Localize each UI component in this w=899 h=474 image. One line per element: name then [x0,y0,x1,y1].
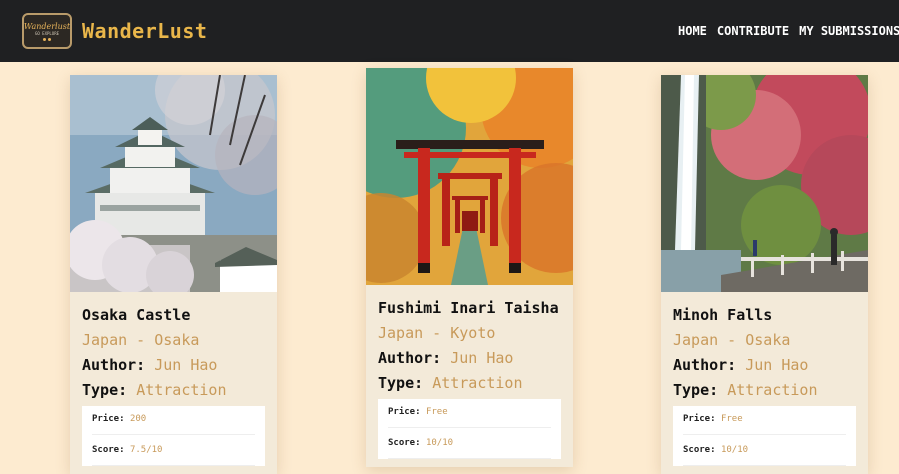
card-body: Fushimi Inari Taisha Japan - Kyoto Autho… [366,285,573,459]
logo[interactable]: Wanderlust GO EXPLORE [22,13,72,49]
type-value: Attraction [432,374,523,392]
price-value: Free [720,414,743,424]
price-line: Price: 200 [92,412,255,435]
nav-link-home[interactable]: HOME [678,24,707,38]
price-label: Price: [92,414,125,424]
score-line: Score: 10/10 [388,436,551,459]
score-line: Score: 7.5/10 [92,443,255,466]
type-value: Attraction [136,381,227,399]
type-label: Type: [673,381,719,399]
logo-subtext: GO EXPLORE [34,30,60,36]
card-image-osaka-castle[interactable] [70,75,277,292]
card-author-row: Author: Jun Hao [673,356,856,374]
author-value: Jun Hao [154,356,218,374]
type-value: Attraction [727,381,818,399]
nav-link-my-submissions[interactable]: MY SUBMISSIONS [799,24,899,38]
author-value: Jun Hao [450,349,514,367]
card-info-box: Price: Free Score: 10/10 [673,406,856,466]
type-label: Type: [82,381,128,399]
price-label: Price: [388,407,421,417]
card-type-row: Type: Attraction [378,374,561,392]
card-type-row: Type: Attraction [82,381,265,399]
card-location: Japan - Osaka [82,331,200,349]
logo-mark-icon [43,37,51,41]
card-title: Osaka Castle [82,306,191,324]
card-image-fushimi-inari[interactable] [366,68,573,285]
logo-text: Wanderlust [23,21,71,31]
card-body: Osaka Castle Japan - Osaka Author: Jun H… [70,292,277,466]
price-label: Price: [683,414,716,424]
place-card-minoh-falls[interactable]: Minoh Falls Japan - Osaka Author: Jun Ha… [661,75,868,474]
author-label: Author: [673,356,737,374]
card-image-minoh-falls[interactable] [661,75,868,292]
card-body: Minoh Falls Japan - Osaka Author: Jun Ha… [661,292,868,466]
brand-name[interactable]: WanderLust [82,19,207,43]
card-title: Minoh Falls [673,306,773,324]
price-value: 200 [129,414,147,424]
card-location: Japan - Osaka [673,331,791,349]
author-label: Author: [82,356,146,374]
price-value: Free [425,407,448,417]
place-card-osaka-castle[interactable]: Osaka Castle Japan - Osaka Author: Jun H… [70,75,277,474]
card-author-row: Author: Jun Hao [378,349,561,367]
score-line: Score: 10/10 [683,443,846,466]
card-author-row: Author: Jun Hao [82,356,265,374]
type-label: Type: [378,374,424,392]
place-card-fushimi-inari[interactable]: Fushimi Inari Taisha Japan - Kyoto Autho… [366,68,573,467]
nav-link-contribute[interactable]: CONTRIBUTE [717,24,789,38]
card-info-box: Price: Free Score: 10/10 [378,399,561,459]
card-info-box: Price: 200 Score: 7.5/10 [82,406,265,466]
author-label: Author: [378,349,442,367]
navbar: Wanderlust GO EXPLORE WanderLust HOME CO… [0,0,899,62]
card-title: Fushimi Inari Taisha [378,299,559,317]
price-line: Price: Free [683,412,846,435]
card-type-row: Type: Attraction [673,381,856,399]
price-line: Price: Free [388,405,551,428]
nav-links: HOME CONTRIBUTE MY SUBMISSIONS [678,0,899,62]
card-location: Japan - Kyoto [378,324,496,342]
author-value: Jun Hao [745,356,809,374]
